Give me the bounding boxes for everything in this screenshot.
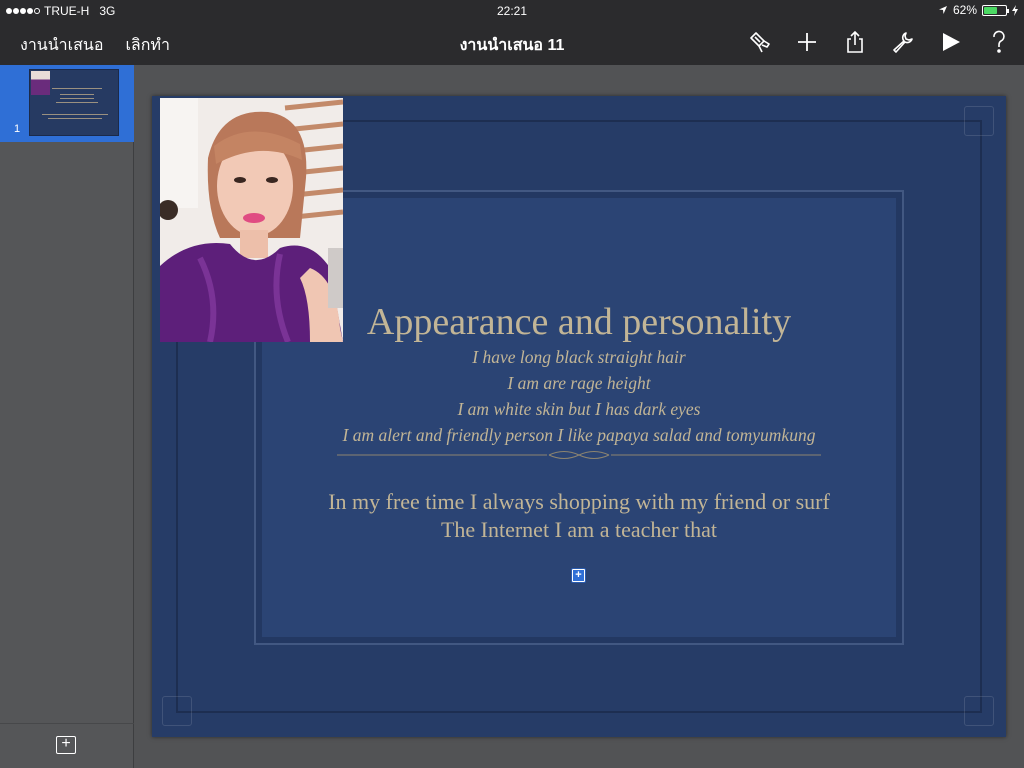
toolbar-left: งานนำเสนอ เลิกทำ xyxy=(20,33,170,58)
battery-percent: 62% xyxy=(952,3,977,17)
wrench-icon xyxy=(893,32,913,53)
body-line: The Internet I am a teacher that xyxy=(440,517,718,542)
add-slide-button[interactable]: + xyxy=(56,736,76,754)
status-right: 62% xyxy=(938,3,1018,17)
corner-ornament xyxy=(964,696,994,726)
slide-title[interactable]: Appearance and personality xyxy=(302,300,856,344)
description-line: I have long black straight hair xyxy=(472,347,686,367)
insert-button[interactable] xyxy=(794,28,820,56)
slide-number: 1 xyxy=(14,123,21,135)
plus-icon xyxy=(798,33,816,51)
share-button[interactable] xyxy=(842,28,868,56)
plus-icon: + xyxy=(573,570,584,581)
tools-button[interactable] xyxy=(890,28,916,56)
thumbnail-photo xyxy=(31,71,50,95)
sidebar-footer: + xyxy=(0,723,134,768)
status-time: 22:21 xyxy=(496,4,528,18)
corner-ornament xyxy=(162,696,192,726)
status-bar: TRUE-H 3G 22:21 62% xyxy=(0,0,1024,22)
slide-thumbnail[interactable] xyxy=(29,69,119,136)
slide-canvas[interactable]: Appearance and personality I have long b… xyxy=(152,96,1006,737)
location-arrow-icon xyxy=(938,6,947,14)
toolbar: งานนำเสนอ เลิกทำ งานนำเสนอ 11 xyxy=(0,22,1024,65)
battery-icon xyxy=(982,4,1009,16)
toolbar-right xyxy=(746,28,1012,56)
corner-ornament xyxy=(964,106,994,136)
help-icon xyxy=(993,30,1005,53)
italic-description[interactable]: I have long black straight hair I am are… xyxy=(252,344,906,448)
description-line: I am white skin but I has dark eyes xyxy=(457,399,701,419)
format-paintbrush-button[interactable] xyxy=(746,28,772,56)
body-text[interactable]: In my free time I always shopping with m… xyxy=(272,488,886,544)
undo-button[interactable]: เลิกทำ xyxy=(125,33,170,58)
slide-thumbnail-row-selected[interactable]: 1 xyxy=(0,65,134,142)
battery-level-fill xyxy=(984,6,998,14)
description-line: I am alert and friendly person I like pa… xyxy=(342,425,816,445)
ornamental-divider xyxy=(337,451,821,459)
play-button[interactable] xyxy=(938,28,964,56)
share-icon xyxy=(847,30,863,53)
play-icon xyxy=(943,33,960,51)
presentations-back-button[interactable]: งานนำเสนอ xyxy=(20,33,103,58)
slide-navigator: 1 + xyxy=(0,65,134,768)
add-media-button[interactable]: + xyxy=(571,568,586,583)
charging-bolt-icon xyxy=(1012,4,1018,16)
description-line: I am are rage height xyxy=(507,373,651,393)
paintbrush-icon xyxy=(750,32,770,53)
help-button[interactable] xyxy=(986,28,1012,56)
body-line: In my free time I always shopping with m… xyxy=(328,489,830,514)
